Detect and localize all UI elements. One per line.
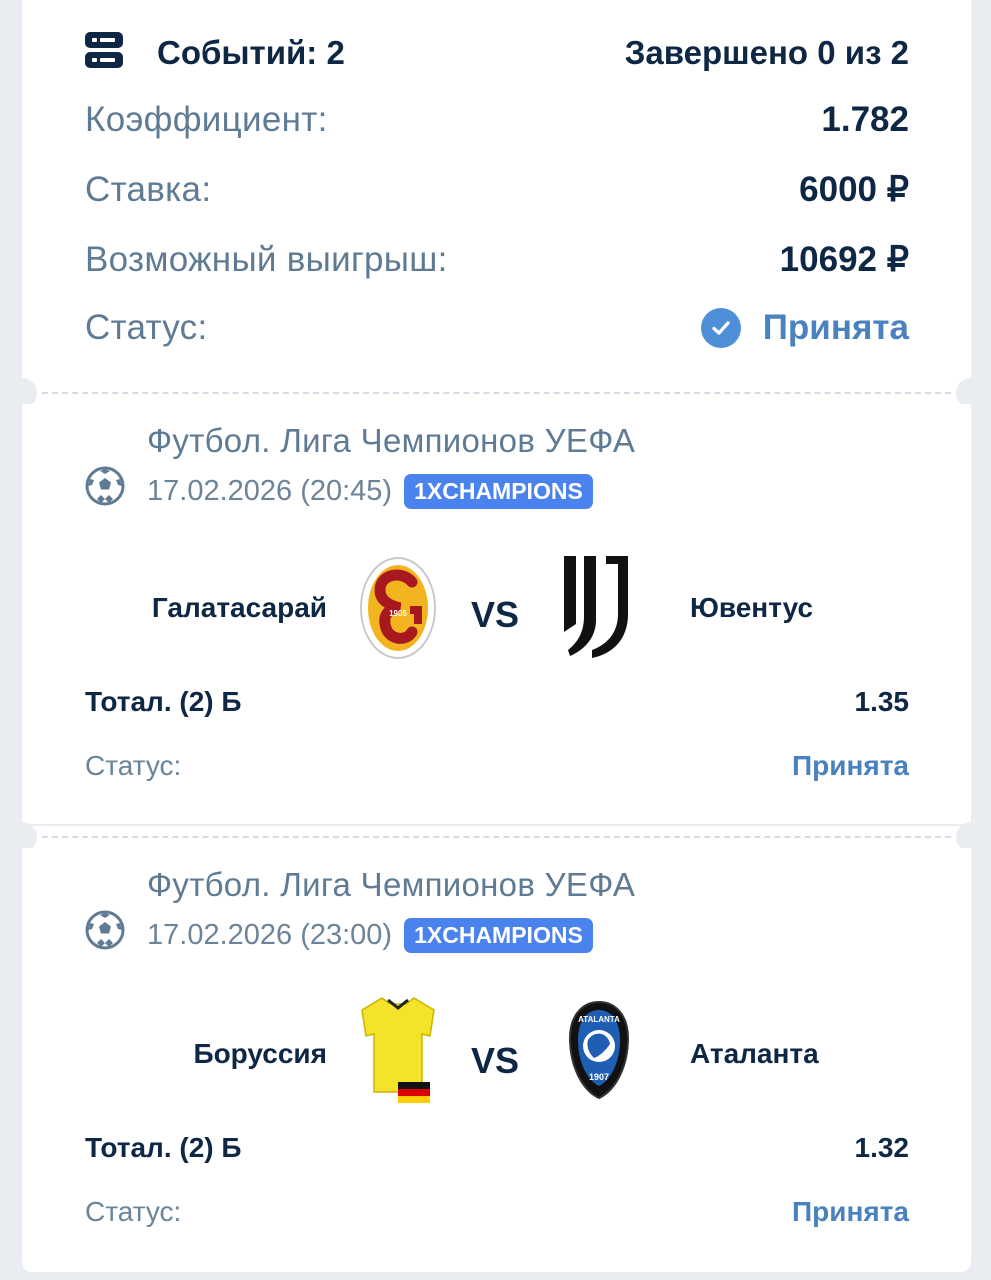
event-card[interactable]: Футбол. Лига Чемпионов УЕФА 17.02.2026 (… [22, 848, 971, 1272]
status-value: Принята [762, 308, 909, 347]
germany-flag-icon [398, 1082, 430, 1103]
event-header: Футбол. Лига Чемпионов УЕФА 17.02.2026 (… [85, 422, 635, 509]
event-date: 17.02.2026 (20:45) [147, 475, 393, 507]
champions-badge: 1XCHAMPIONS [404, 474, 593, 509]
event-card[interactable]: Футбол. Лига Чемпионов УЕФА 17.02.2026 (… [22, 404, 971, 824]
event-status-value: Принята [792, 1196, 909, 1227]
summary-header: Событий: 2 Завершено 0 из 2 [85, 30, 909, 75]
bet-coef: 1.32 [854, 1132, 910, 1163]
ticket-separator [7, 378, 986, 408]
stake-label: Ставка: [85, 170, 212, 209]
bet-type: Тотал. (2) Б [85, 686, 242, 717]
coef-value: 1.782 [821, 100, 909, 139]
completed-count: Завершено 0 из 2 [624, 33, 909, 71]
svg-text:1907: 1907 [589, 1072, 609, 1082]
possible-win-label: Возможный выигрыш: [85, 240, 448, 279]
status-row: Статус: Принята [85, 308, 909, 348]
events-list-icon [85, 30, 123, 75]
coef-label: Коэффициент: [85, 100, 328, 139]
check-circle-icon [700, 308, 741, 348]
juventus-logo [562, 554, 632, 665]
events-count: Событий: 2 [157, 33, 345, 71]
bet-coef: 1.35 [854, 686, 910, 717]
dortmund-kit-logo [360, 996, 436, 1109]
atalanta-logo: ATALANTA 1907 [566, 1000, 632, 1105]
possible-win-value: 10692 ₽ [779, 240, 909, 279]
event-date: 17.02.2026 (23:00) [147, 919, 393, 951]
league-name: Футбол. Лига Чемпионов УЕФА [147, 866, 636, 903]
vs-label: VS [471, 1040, 520, 1081]
team1-name: Галатасарай [151, 592, 327, 623]
champions-badge: 1XCHAMPIONS [404, 918, 593, 953]
svg-text:1905: 1905 [389, 609, 407, 618]
galatasaray-logo: 1905 [358, 556, 438, 665]
stake-row: Ставка: 6000 ₽ [85, 170, 909, 210]
possible-win-row: Возможный выигрыш: 10692 ₽ [85, 240, 909, 280]
bet-type: Тотал. (2) Б [85, 1132, 242, 1163]
ticket-separator [7, 822, 986, 852]
stake-value: 6000 ₽ [799, 170, 909, 209]
team1-name: Боруссия [193, 1038, 327, 1069]
bet-summary-card: Событий: 2 Завершено 0 из 2 Коэффициент:… [22, 0, 971, 382]
soccer-ball-icon [85, 466, 125, 506]
event-status-value: Принята [792, 750, 909, 781]
status-badge: Принята [700, 308, 909, 348]
event-header: Футбол. Лига Чемпионов УЕФА 17.02.2026 (… [85, 866, 635, 953]
status-label: Статус: [85, 308, 208, 347]
event-status-label: Статус: [85, 1196, 182, 1227]
coef-row: Коэффициент: 1.782 [85, 100, 909, 140]
soccer-ball-icon [85, 910, 125, 950]
team2-name: Аталанта [690, 1038, 819, 1069]
team2-name: Ювентус [690, 592, 814, 623]
league-name: Футбол. Лига Чемпионов УЕФА [147, 422, 636, 459]
svg-text:ATALANTA: ATALANTA [578, 1015, 620, 1024]
event-status-label: Статус: [85, 750, 182, 781]
vs-label: VS [471, 594, 520, 635]
